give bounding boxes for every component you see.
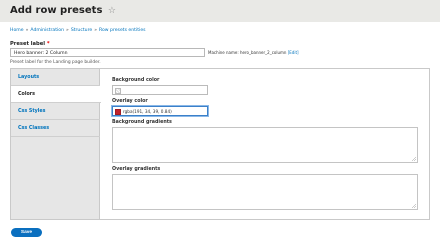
background-color-label: Background color xyxy=(112,78,160,83)
background-color-input[interactable] xyxy=(112,85,208,95)
breadcrumb: Home» Administration» Structure» Row preset… xyxy=(10,28,146,33)
tab-layouts[interactable]: Layouts xyxy=(11,69,100,86)
empty-swatch-icon xyxy=(115,87,121,94)
preset-label-input[interactable]: Hero banner: 2 Column xyxy=(10,48,205,57)
tab-colors[interactable]: Colors xyxy=(11,86,101,103)
breadcrumb-row-presets[interactable]: Row presets entities xyxy=(99,28,146,33)
save-button[interactable]: Save xyxy=(11,228,42,237)
breadcrumb-home[interactable]: Home xyxy=(10,28,24,33)
vertical-tabs: Layouts Colors Css Styles Css Classes Ba… xyxy=(10,68,430,220)
color-swatch-icon[interactable] xyxy=(115,108,121,115)
overlay-color-label: Overlay color xyxy=(112,99,148,104)
breadcrumb-separator: » xyxy=(66,28,69,33)
vertical-tabs-menu: Layouts Colors Css Styles Css Classes xyxy=(11,69,101,219)
preset-label-description: Preset label for the Landing page builde… xyxy=(10,60,101,65)
breadcrumb-structure[interactable]: Structure xyxy=(71,28,92,33)
resize-grip-icon[interactable] xyxy=(412,204,416,208)
preset-label-text: Preset label xyxy=(10,41,46,47)
overlay-color-input[interactable]: rgba(191, 34, 39, 0.84) xyxy=(112,106,208,116)
background-gradients-label: Background gradients xyxy=(112,120,172,125)
page-header: Add row presets ☆ xyxy=(0,0,440,22)
machine-name: Machine name: hero_banner_2_column [Edit… xyxy=(208,50,299,55)
star-icon[interactable]: ☆ xyxy=(108,6,116,16)
breadcrumb-administration[interactable]: Administration xyxy=(30,28,64,33)
resize-grip-icon[interactable] xyxy=(412,157,416,161)
machine-name-edit-link[interactable]: [Edit] xyxy=(288,50,299,55)
tab-css-styles[interactable]: Css Styles xyxy=(11,103,100,120)
page-title: Add row presets ☆ xyxy=(10,5,116,16)
breadcrumb-separator: » xyxy=(25,28,29,33)
machine-name-text: Machine name: hero_banner_2_column xyxy=(208,50,287,55)
preset-label-heading: Preset label * xyxy=(10,41,50,47)
tab-css-classes[interactable]: Css Classes xyxy=(11,120,100,137)
breadcrumb-separator: » xyxy=(94,28,98,33)
overlay-color-value: rgba(191, 34, 39, 0.84) xyxy=(123,108,172,114)
page-title-text: Add row presets xyxy=(10,5,103,16)
overlay-gradients-label: Overlay gradients xyxy=(112,167,161,172)
required-marker: * xyxy=(46,41,50,47)
background-gradients-textarea[interactable] xyxy=(112,127,418,163)
overlay-gradients-textarea[interactable] xyxy=(112,174,418,210)
